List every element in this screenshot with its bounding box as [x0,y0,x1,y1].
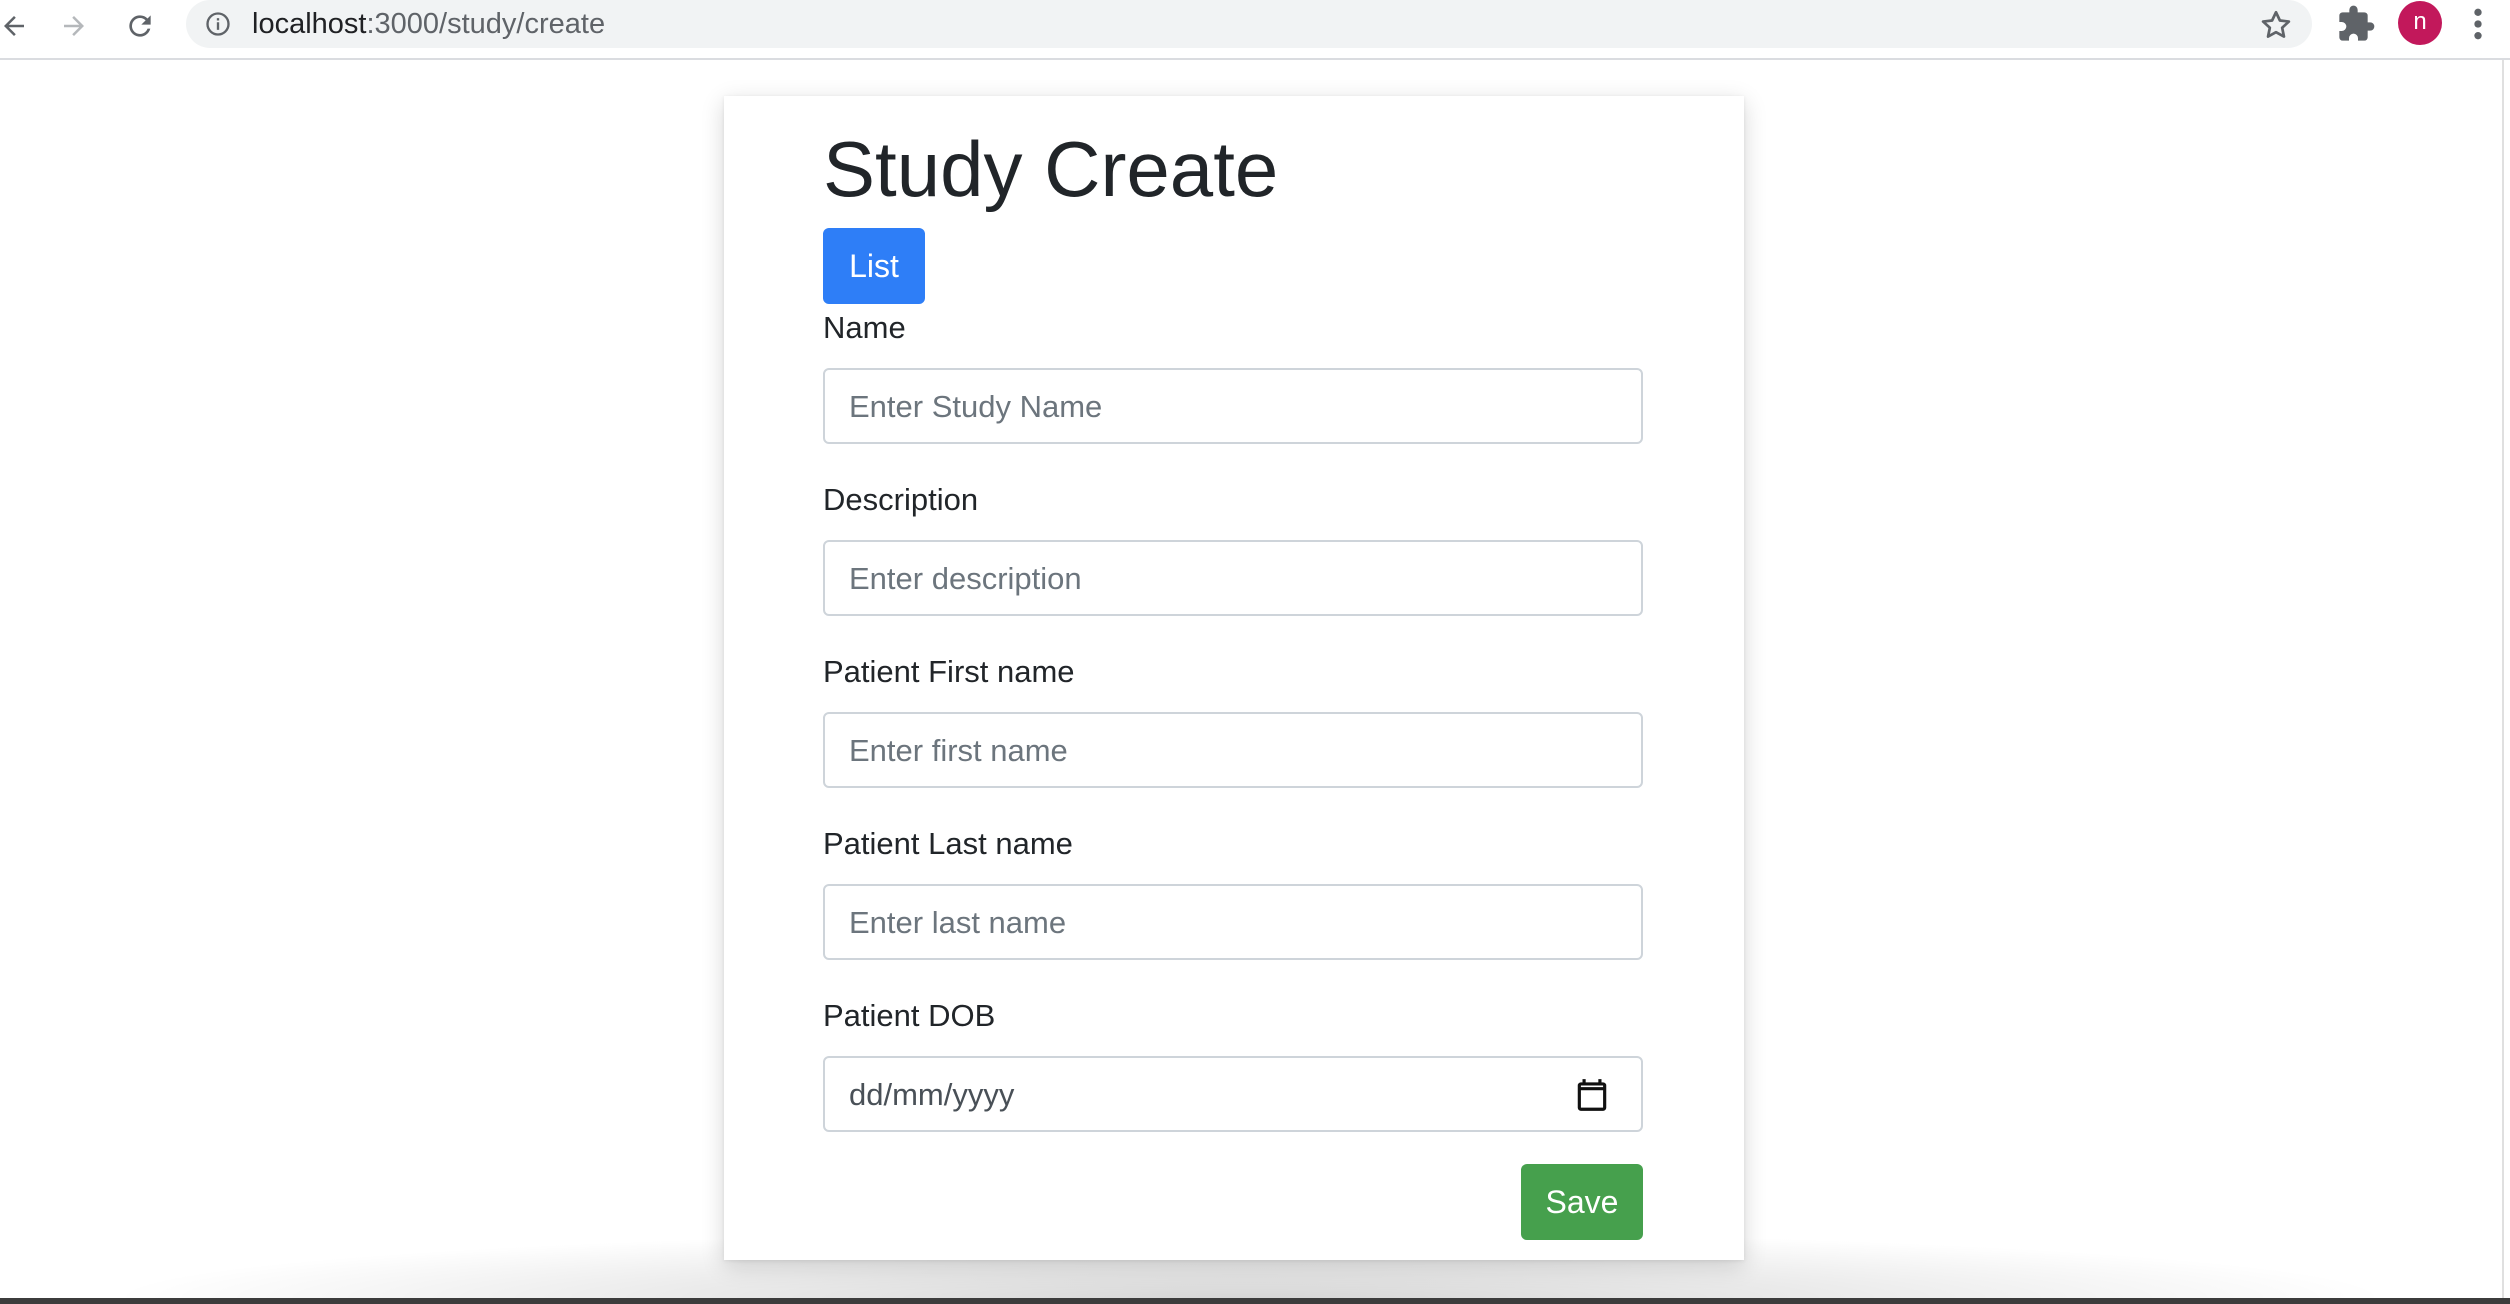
back-arrow-icon[interactable] [0,4,36,48]
star-icon[interactable] [2258,7,2294,43]
forward-arrow-icon[interactable] [52,4,96,48]
list-button[interactable]: List [823,228,925,304]
browser-toolbar: localhost:3000/study/create n [0,0,2510,60]
last-name-placeholder: Enter last name [849,905,1067,940]
last-name-label: Patient Last name [823,826,1073,861]
page-scrollbar[interactable] [2502,60,2504,1300]
address-bar[interactable]: localhost:3000/study/create [186,0,2312,48]
study-name-input[interactable]: Enter Study Name [823,368,1643,444]
page-title: Study Create [823,125,1279,213]
save-button[interactable]: Save [1521,1164,1643,1240]
first-name-label: Patient First name [823,654,1075,689]
reload-icon[interactable] [118,4,162,48]
dob-label: Patient DOB [823,998,996,1033]
form-card: Study Create List Name Enter Study Name … [724,96,1744,1260]
puzzle-icon[interactable] [2336,4,2376,44]
study-name-placeholder: Enter Study Name [849,389,1103,424]
description-label: Description [823,482,979,517]
url-text: localhost:3000/study/create [252,8,605,40]
kebab-menu-icon[interactable] [2466,4,2490,44]
first-name-placeholder: Enter first name [849,733,1068,768]
description-placeholder: Enter description [849,561,1082,596]
first-name-input[interactable]: Enter first name [823,712,1643,788]
avatar[interactable]: n [2398,1,2442,45]
description-input[interactable]: Enter description [823,540,1643,616]
calendar-icon[interactable] [1573,1075,1611,1115]
url-path: :3000/study/create [366,8,606,40]
dob-date-input[interactable]: dd/mm/yyyy [823,1056,1643,1132]
name-label: Name [823,310,906,345]
last-name-input[interactable]: Enter last name [823,884,1643,960]
info-icon[interactable] [204,10,232,38]
dob-format-placeholder: dd/mm/yyyy [849,1077,1015,1112]
url-host: localhost [252,8,367,40]
window-bottom-edge [0,1298,2510,1304]
